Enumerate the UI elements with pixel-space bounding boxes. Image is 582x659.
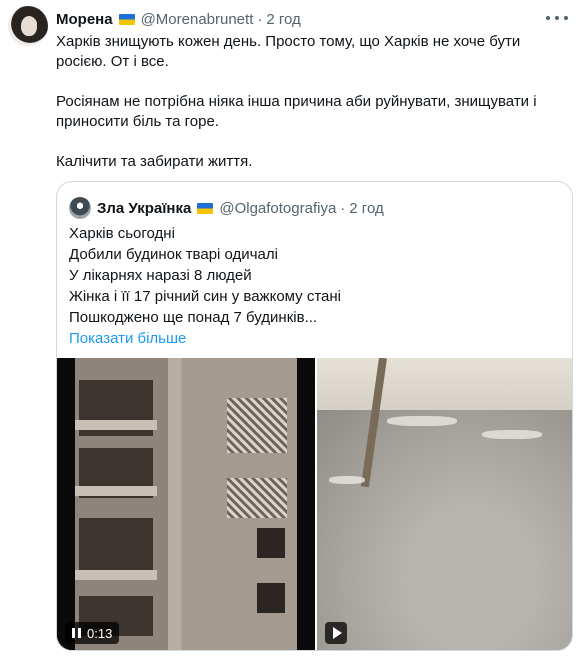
tweet-paragraph: Калічити та забирати життя. <box>56 153 253 170</box>
quote-time: 2 год <box>349 199 384 217</box>
rubble-piece <box>329 476 365 484</box>
tweet-header: Морена @Morenabrunett · 2 год <box>56 9 301 29</box>
quoted-tweet[interactable]: Зла Українка @Olgafotografiya · 2 год Ха… <box>56 181 573 651</box>
more-icon[interactable] <box>546 9 568 27</box>
ukraine-flag-icon <box>118 13 135 25</box>
building-window <box>257 528 285 558</box>
tweet-paragraph: Харків знищують кожен день. Просто тому,… <box>56 33 521 70</box>
separator-dot: · <box>340 199 346 217</box>
tweet-paragraph: Росіянам не потрібна ніяка інша причина … <box>56 93 537 130</box>
quote-media: 0:13 <box>57 358 572 650</box>
avatar[interactable] <box>8 6 48 46</box>
building-floor <box>75 570 157 580</box>
quote-line: Пошкоджено ще понад 7 будинків... <box>69 309 318 326</box>
ukraine-flag-icon <box>197 202 214 214</box>
pause-icon[interactable] <box>72 628 81 638</box>
rubble-piece <box>482 430 542 439</box>
building-window <box>257 583 285 613</box>
play-button[interactable] <box>325 622 347 644</box>
quote-avatar <box>69 197 91 219</box>
show-more-link[interactable]: Показати більше <box>69 328 559 349</box>
quote-author-name: Зла Українка <box>97 199 192 217</box>
quote-author-handle: @Olgafotografiya <box>219 199 337 217</box>
quote-line: Харків сьогодні <box>69 225 175 242</box>
quote-line: У лікарнях наразі 8 людей <box>69 267 252 284</box>
author-handle[interactable]: @Morenabrunett <box>141 11 254 28</box>
video-frame-floor <box>317 410 572 650</box>
quote-line: Жінка і її 17 річний син у важкому стані <box>69 288 341 305</box>
quote-line: Добили будинок тварі одичалі <box>69 246 278 263</box>
building-floor <box>75 420 157 430</box>
tweet-time[interactable]: 2 год <box>266 11 300 28</box>
quote-text: Харків сьогодні Добили будинок тварі оди… <box>69 223 559 349</box>
rubble-area <box>227 398 287 453</box>
tweet: Морена @Morenabrunett · 2 год Харків зни… <box>0 0 582 659</box>
tweet-text: Харків знищують кожен день. Просто тому,… <box>56 32 566 192</box>
author-name[interactable]: Морена <box>56 11 113 28</box>
video-left[interactable]: 0:13 <box>57 358 315 650</box>
rubble-piece <box>387 416 457 426</box>
separator-dot: · <box>257 10 263 28</box>
video-duration: 0:13 <box>87 625 113 641</box>
quote-header: Зла Українка @Olgafotografiya · 2 год <box>69 197 384 219</box>
video-controls[interactable]: 0:13 <box>65 622 120 644</box>
play-icon[interactable] <box>332 627 342 639</box>
building-room <box>79 518 153 576</box>
rubble-area <box>227 478 287 518</box>
video-right[interactable] <box>317 358 572 650</box>
video-frame-wall <box>317 358 572 414</box>
building-floor <box>75 486 157 496</box>
letterbox-right <box>297 358 315 650</box>
letterbox-left <box>57 358 75 650</box>
